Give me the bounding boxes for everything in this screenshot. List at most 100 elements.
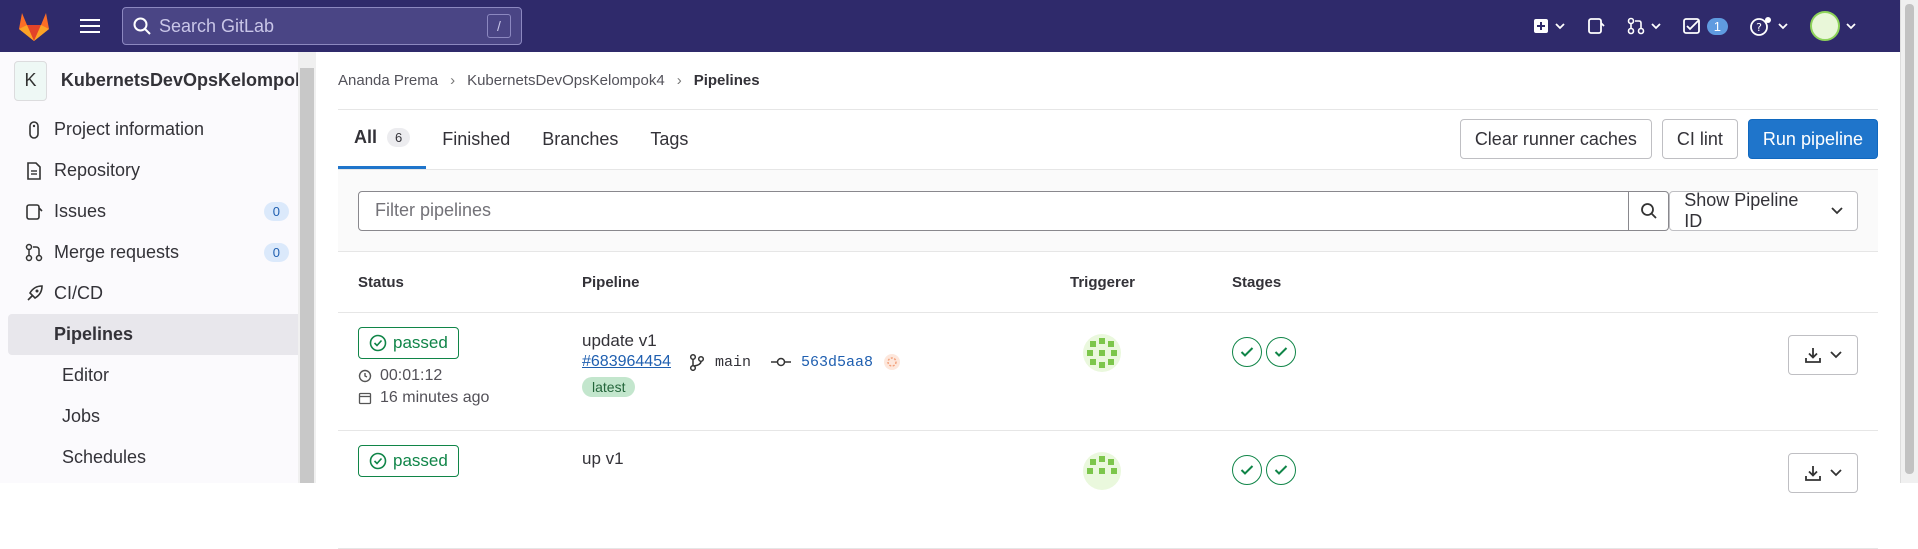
sidebar-item-merge-requests[interactable]: Merge requests 0 <box>0 232 315 273</box>
svg-text:?: ? <box>1756 21 1762 34</box>
user-avatar <box>1810 11 1840 41</box>
status-label: passed <box>393 333 448 352</box>
column-header-pipeline: Pipeline <box>582 273 640 291</box>
branch-icon <box>689 353 705 371</box>
top-navbar: Search GitLab / 1 ? <box>0 0 1900 52</box>
help-icon: ? <box>1750 17 1771 36</box>
project-header[interactable]: K KubernetsDevOpsKelompok4 <box>0 52 315 109</box>
table-row: passed up v1 <box>338 431 1878 549</box>
clear-runner-caches-button[interactable]: Clear runner caches <box>1459 119 1652 159</box>
menu-icon[interactable] <box>68 0 112 52</box>
sidebar-item-repository[interactable]: Repository <box>0 150 315 191</box>
tab-count-badge: 6 <box>387 128 411 147</box>
sidebar-item-label: Project information <box>54 119 205 139</box>
table-header: Status Pipeline Triggerer Stages <box>338 252 1878 313</box>
pipeline-commit-title[interactable]: up v1 <box>582 449 1070 469</box>
sidebar-subitem-schedules[interactable]: Schedules <box>8 437 307 478</box>
pipeline-id-select-value: Show Pipeline ID <box>1684 189 1799 231</box>
chevron-down-icon <box>1846 23 1856 30</box>
download-icon <box>1805 466 1821 481</box>
search-shortcut-key: / <box>487 14 511 38</box>
calendar-icon <box>358 392 372 405</box>
sidebar-item-issues[interactable]: Issues 0 <box>0 191 315 232</box>
pipeline-commit-title[interactable]: update v1 <box>582 331 1070 351</box>
pipeline-id-select[interactable]: Show Pipeline ID <box>1669 189 1858 231</box>
project-name: KubernetsDevOpsKelompok4 <box>60 70 315 90</box>
triggerer-avatar[interactable] <box>1082 451 1122 491</box>
sidebar-item-cicd[interactable]: CI/CD <box>0 273 315 314</box>
new-item-dropdown[interactable] <box>1533 18 1565 34</box>
tab-tags[interactable]: Tags <box>634 109 704 169</box>
download-artifacts-button[interactable] <box>1788 453 1858 493</box>
sidebar-item-project-information[interactable]: Project information <box>0 109 315 150</box>
rocket-icon <box>22 282 46 306</box>
page-scrollbar[interactable] <box>1900 0 1918 483</box>
status-label: passed <box>393 451 448 470</box>
tab-branches[interactable]: Branches <box>526 109 634 169</box>
plus-square-icon <box>1533 19 1548 33</box>
gitlab-logo-icon[interactable] <box>0 0 68 52</box>
download-artifacts-button[interactable] <box>1788 335 1858 375</box>
check-circle-icon <box>369 452 387 470</box>
chevron-down-icon <box>1651 23 1661 30</box>
sidebar-scrollbar[interactable] <box>298 52 316 483</box>
stage-passed-icon[interactable] <box>1266 337 1296 367</box>
column-header-status: Status <box>358 273 404 291</box>
triggerer-avatar[interactable] <box>1082 333 1122 373</box>
filter-pipelines-input[interactable]: Filter pipelines <box>358 190 1630 231</box>
merge-requests-count-badge: 0 <box>263 243 289 262</box>
sidebar-subitem-jobs[interactable]: Jobs <box>8 396 307 437</box>
project-avatar: K <box>14 60 47 101</box>
issues-nav-link[interactable] <box>1587 17 1605 35</box>
sidebar-subitem-pipelines[interactable]: Pipelines <box>8 314 307 355</box>
user-menu-dropdown[interactable] <box>1810 11 1856 41</box>
column-header-stages: Stages <box>1232 273 1282 291</box>
commit-sha-link[interactable]: 563d5aa8 <box>801 354 873 371</box>
merge-requests-dropdown[interactable] <box>1627 17 1661 35</box>
breadcrumb-current[interactable]: Pipelines <box>694 72 760 89</box>
stage-passed-icon[interactable] <box>1232 337 1262 367</box>
check-circle-icon <box>369 334 387 352</box>
merge-request-icon <box>1627 17 1645 35</box>
todo-icon <box>1682 18 1700 34</box>
status-badge[interactable]: passed <box>358 327 459 359</box>
main-content: Ananda Prema › KubernetsDevOpsKelompok4 … <box>338 52 1878 549</box>
status-badge[interactable]: passed <box>358 445 459 477</box>
merge-request-icon <box>22 241 46 265</box>
timer-icon <box>358 369 372 383</box>
branch-name[interactable]: main <box>715 354 751 371</box>
tab-label: All <box>354 127 378 147</box>
stage-passed-icon[interactable] <box>1266 455 1296 485</box>
sidebar-subitem-editor[interactable]: Editor <box>8 355 307 396</box>
todo-count-badge: 1 <box>1706 17 1728 35</box>
pipeline-duration: 00:01:12 <box>380 367 443 384</box>
todos-link[interactable]: 1 <box>1682 17 1728 35</box>
run-pipeline-button[interactable]: Run pipeline <box>1747 119 1878 159</box>
chevron-right-icon: › <box>450 72 456 89</box>
ci-lint-button[interactable]: CI lint <box>1661 119 1738 159</box>
filter-search-button[interactable] <box>1629 190 1670 231</box>
commit-author-avatar[interactable] <box>883 353 901 371</box>
sidebar-item-label: Repository <box>54 160 141 180</box>
chevron-down-icon <box>1555 23 1565 30</box>
issues-icon <box>1587 18 1605 34</box>
info-icon <box>22 118 46 142</box>
chevron-down-icon <box>1830 351 1842 359</box>
search-input[interactable]: Search GitLab / <box>122 7 522 45</box>
breadcrumb-item[interactable]: Ananda Prema <box>338 72 438 89</box>
sidebar: K KubernetsDevOpsKelompok4 Project infor… <box>0 52 316 483</box>
help-dropdown[interactable]: ? <box>1750 16 1788 36</box>
doc-icon <box>22 159 46 183</box>
pipeline-tabs: All 6 Finished Branches Tags Clear runne… <box>338 110 1878 170</box>
search-icon <box>133 17 151 35</box>
sidebar-item-label: Merge requests <box>54 242 180 262</box>
filter-bar: Filter pipelines Show Pipeline ID <box>338 170 1878 252</box>
tab-finished[interactable]: Finished <box>426 109 526 169</box>
issues-count-badge: 0 <box>263 202 289 221</box>
chevron-down-icon <box>1778 23 1788 30</box>
tab-all[interactable]: All 6 <box>338 109 427 169</box>
breadcrumb-item[interactable]: KubernetsDevOpsKelompok4 <box>467 72 665 89</box>
pipeline-id-link[interactable]: #683964454 <box>582 353 671 371</box>
chevron-down-icon <box>1830 469 1842 477</box>
stage-passed-icon[interactable] <box>1232 455 1262 485</box>
